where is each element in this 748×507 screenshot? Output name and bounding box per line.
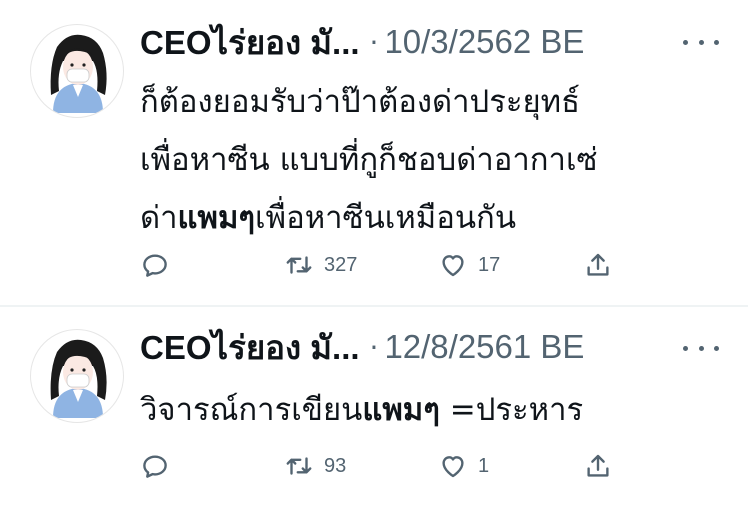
tweet-2[interactable]: CEOไร่ยอง มั... · 12/8/2561 BE วิจารณ์กา…	[0, 307, 748, 507]
share-icon	[587, 454, 609, 477]
tweet-date[interactable]: 12/8/2561 BE	[384, 328, 584, 366]
bold-text-segment: แพมๆ	[177, 200, 256, 236]
tweet-header: CEOไร่ยอง มั... · 12/8/2561 BE	[140, 327, 584, 367]
like-count: 17	[478, 253, 501, 276]
share-icon	[587, 253, 609, 276]
like-button[interactable]: 1	[438, 449, 489, 483]
tweet-date[interactable]: 10/3/2562 BE	[384, 23, 584, 61]
retweet-icon	[286, 457, 312, 475]
separator-dot: ·	[369, 330, 379, 364]
reply-button[interactable]	[140, 449, 170, 483]
tweet-header: CEOไร่ยอง มั... · 10/3/2562 BE	[140, 22, 584, 62]
text-segment: ด่า	[140, 200, 178, 236]
reply-icon	[143, 455, 167, 478]
separator-dot: ·	[369, 25, 379, 59]
like-count: 1	[478, 454, 490, 477]
more-icon[interactable]	[683, 343, 719, 353]
like-icon	[442, 255, 464, 277]
share-button[interactable]	[583, 248, 613, 282]
tweet-text-line: ก็ต้องยอมรับว่าป๊าต้องด่าประยุทธ์	[140, 84, 581, 120]
tweet-text: ก็ต้องยอมรับว่าป๊าต้องด่าประยุทธ์ เพื่อห…	[140, 73, 730, 247]
tweet-text-line: ด่าแพมๆเพื่อหาซีนเหมือนกัน	[140, 189, 730, 247]
tweet-text: วิจารณ์การเขียนแพมๆ =ประหาร	[140, 381, 730, 439]
like-button[interactable]: 17	[438, 248, 500, 282]
reply-button[interactable]	[140, 248, 170, 282]
author-name[interactable]: CEOไร่ยอง มั...	[140, 321, 360, 374]
retweet-button[interactable]: 93	[284, 449, 346, 483]
author-name[interactable]: CEOไร่ยอง มั...	[140, 16, 360, 69]
avatar[interactable]	[30, 329, 124, 423]
share-button[interactable]	[583, 449, 613, 483]
bold-text-segment: แพมๆ	[362, 392, 440, 428]
avatar[interactable]	[30, 24, 124, 118]
retweet-count: 327	[324, 253, 358, 276]
tweet-text-line: วิจารณ์การเขียนแพมๆ =ประหาร	[140, 381, 730, 439]
reply-icon	[143, 254, 167, 277]
tweet-actions: 327 17	[140, 248, 620, 282]
avatar-illustration	[50, 339, 107, 418]
text-segment: =ประหาร	[439, 392, 584, 428]
tweet-1[interactable]: CEOไร่ยอง มั... · 10/3/2562 BE ก็ต้องยอม…	[0, 0, 748, 306]
more-icon[interactable]	[683, 37, 719, 47]
retweet-count: 93	[324, 454, 347, 477]
text-segment: วิจารณ์การเขียน	[140, 392, 363, 428]
avatar-illustration	[50, 34, 107, 113]
like-icon	[442, 456, 464, 478]
text-segment: เพื่อหาซีนเหมือนกัน	[255, 200, 517, 236]
tweet-actions: 93 1	[140, 449, 620, 483]
retweet-icon	[286, 256, 312, 274]
tweet-text-line: เพื่อหาซีน แบบที่กูก็ชอบด่าอากาเซ่	[140, 142, 598, 178]
retweet-button[interactable]: 327	[284, 248, 357, 282]
